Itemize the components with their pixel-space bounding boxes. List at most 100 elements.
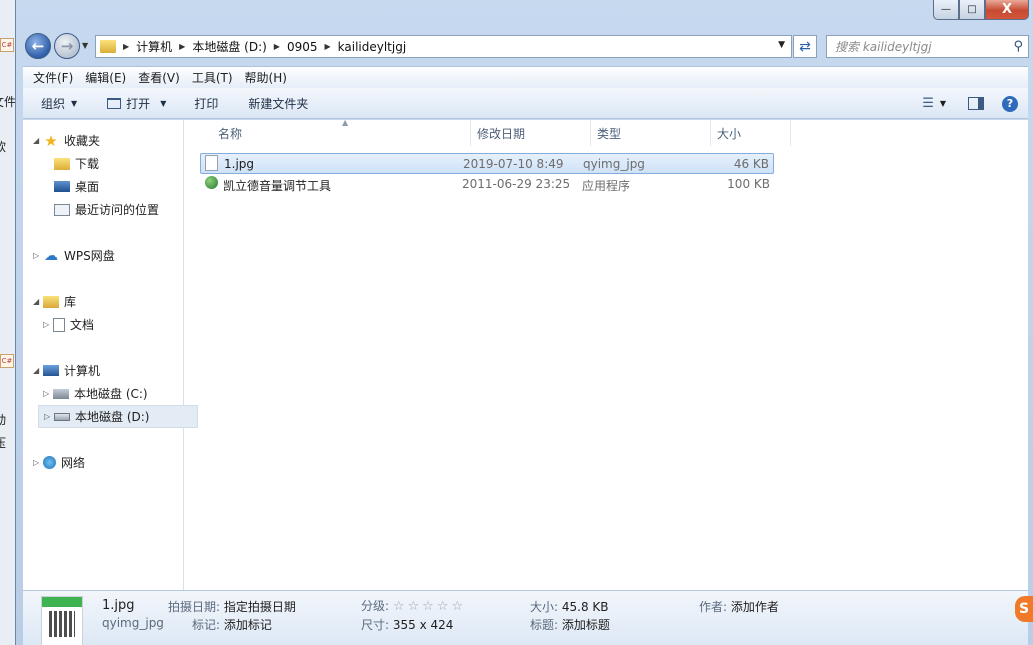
breadcrumb-drive-d[interactable]: 本地磁盘 (D:) [192, 38, 266, 55]
explorer-window: — □ X ← → ▼ ▶ 计算机 ▶ 本地磁盘 (D:) ▶ 0905 ▶ k… [15, 0, 1033, 645]
nav-libraries[interactable]: ◢ 库 [33, 293, 76, 310]
recent-pages-dropdown[interactable]: ▼ [82, 41, 88, 50]
nav-documents[interactable]: ▷ 文档 [43, 316, 94, 333]
breadcrumb-separator-icon[interactable]: ▶ [274, 42, 280, 51]
help-icon[interactable]: ? [1002, 95, 1018, 112]
menu-tools[interactable]: 工具(T) [186, 69, 239, 86]
sort-ascending-icon: ▲ [342, 118, 349, 127]
address-dropdown-icon[interactable]: ▼ [778, 40, 785, 50]
app-icon [205, 176, 218, 189]
chevron-down-icon[interactable]: ▼ [940, 99, 946, 108]
date-taken-value[interactable]: 指定拍摄日期 [224, 600, 296, 614]
rating-stars-icon[interactable]: ☆☆☆☆☆ [393, 599, 466, 614]
view-options-icon[interactable]: ☰ [922, 96, 934, 111]
column-header-modified[interactable]: 修改日期 [471, 120, 591, 146]
new-folder-button[interactable]: 新建文件夹 [248, 95, 308, 112]
expanded-triangle-icon[interactable]: ◢ [33, 297, 43, 306]
nav-drive-d[interactable]: ▷ 本地磁盘 (D:) [38, 405, 198, 428]
back-button[interactable]: ← [25, 33, 51, 59]
nav-network[interactable]: ▷ 网络 [33, 454, 85, 471]
search-icon[interactable]: ⚲ [1013, 39, 1023, 54]
background-text: 压 [0, 436, 7, 450]
menu-view[interactable]: 查看(V) [132, 69, 186, 86]
file-row[interactable]: 1.jpg 2019-07-10 8:49 qyimg_jpg 46 KB [200, 153, 774, 174]
tags-label: 标记: [192, 618, 221, 632]
details-rating[interactable]: 分级: ☆☆☆☆☆ [361, 597, 466, 614]
collapsed-triangle-icon[interactable]: ▷ [43, 320, 53, 329]
nav-recent-places[interactable]: 最近访问的位置 [54, 201, 159, 218]
column-modified-label: 修改日期 [477, 126, 526, 141]
file-size: 100 KB [727, 177, 770, 191]
toolbar-right-group: ☰ ▼ ? [922, 88, 1028, 119]
menu-file[interactable]: 文件(F) [27, 69, 79, 86]
background-badge: C# [0, 38, 14, 52]
title-value[interactable]: 添加标题 [562, 618, 610, 632]
collapsed-triangle-icon[interactable]: ▷ [33, 251, 43, 260]
breadcrumb-current-folder[interactable]: kailideyltjgj [338, 40, 407, 54]
organize-button[interactable]: 组织 ▼ [41, 95, 77, 112]
close-button[interactable]: X [985, 0, 1029, 20]
menu-edit[interactable]: 编辑(E) [79, 69, 132, 86]
qr-code-icon [49, 611, 75, 637]
column-header-size[interactable]: 大小 [711, 120, 791, 146]
maximize-button[interactable]: □ [959, 0, 985, 20]
background-text: 文件 [0, 95, 17, 109]
nav-wps-cloud[interactable]: ▷ ☁ WPS网盘 [33, 247, 115, 264]
network-icon [43, 456, 56, 469]
file-name[interactable]: 1.jpg [224, 157, 254, 171]
details-date-taken[interactable]: 拍摄日期: 指定拍摄日期 [168, 598, 296, 615]
details-title[interactable]: 标题: 添加标题 [530, 616, 610, 633]
size-label: 大小: [530, 600, 559, 614]
open-button[interactable]: 打开 ▼ [107, 95, 166, 112]
title-bar: — □ X [16, 0, 1033, 30]
dimensions-value: 355 x 424 [392, 618, 454, 632]
floating-app-logo-icon[interactable]: S [1015, 596, 1033, 622]
expanded-triangle-icon[interactable]: ◢ [33, 366, 43, 375]
chevron-down-icon: ▼ [71, 98, 78, 108]
tags-value[interactable]: 添加标记 [224, 618, 272, 632]
forward-button[interactable]: → [54, 33, 80, 59]
file-name[interactable]: 凯立德音量调节工具 [223, 177, 331, 194]
minimize-button[interactable]: — [933, 0, 959, 20]
breadcrumb-computer[interactable]: 计算机 [136, 38, 172, 55]
author-value[interactable]: 添加作者 [731, 600, 779, 614]
collapsed-triangle-icon[interactable]: ▷ [33, 458, 43, 467]
chevron-down-icon: ▼ [160, 98, 167, 108]
forward-arrow-icon: → [60, 37, 74, 55]
search-input[interactable]: 搜索 kailideyltjgj ⚲ [826, 35, 1029, 58]
collapsed-triangle-icon[interactable]: ▷ [44, 412, 54, 421]
nav-drive-d-label: 本地磁盘 (D:) [75, 410, 150, 424]
details-author[interactable]: 作者: 添加作者 [699, 598, 779, 615]
collapsed-triangle-icon[interactable]: ▷ [43, 389, 53, 398]
print-label: 打印 [194, 96, 219, 111]
author-label: 作者: [699, 600, 728, 614]
nav-computer[interactable]: ◢ 计算机 [33, 362, 100, 379]
refresh-button[interactable]: ⇄ [793, 35, 817, 58]
breadcrumb-separator-icon[interactable]: ▶ [179, 42, 185, 51]
organize-label: 组织 [41, 96, 66, 111]
size-value: 45.8 KB [561, 600, 609, 614]
navigation-pane: ◢ ★ 收藏夹 下载 桌面 最近访问的位置 ▷ ☁ WPS网盘 ◢ 库 ▷ 文档… [23, 120, 198, 590]
preview-pane-icon[interactable] [968, 97, 984, 110]
print-button[interactable]: 打印 [194, 95, 218, 112]
address-bar[interactable]: ▶ 计算机 ▶ 本地磁盘 (D:) ▶ 0905 ▶ kailideyltjgj… [95, 35, 792, 58]
nav-drive-c[interactable]: ▷ 本地磁盘 (C:) [43, 385, 148, 402]
column-header-name[interactable]: 名称 ▲ [212, 118, 471, 146]
details-tags[interactable]: 标记: 添加标记 [192, 616, 272, 633]
column-header-type[interactable]: 类型 [591, 120, 711, 146]
background-text: 软 [0, 140, 7, 154]
nav-libraries-label: 库 [64, 295, 77, 309]
system-drive-icon [53, 388, 69, 399]
breadcrumb-separator-icon[interactable]: ▶ [325, 42, 331, 51]
breadcrumb-separator-icon[interactable]: ▶ [123, 42, 129, 51]
nav-desktop[interactable]: 桌面 [54, 178, 99, 195]
nav-wps-label: WPS网盘 [64, 249, 115, 263]
breadcrumb-0905[interactable]: 0905 [287, 40, 318, 54]
thumbnail-header [42, 597, 82, 607]
menu-help[interactable]: 帮助(H) [239, 69, 293, 86]
nav-favorites[interactable]: ◢ ★ 收藏夹 [33, 132, 100, 150]
file-row[interactable]: 凯立德音量调节工具 2011-06-29 23:25 应用程序 100 KB [200, 174, 774, 195]
file-size: 46 KB [733, 157, 769, 171]
nav-downloads[interactable]: 下载 [54, 155, 99, 172]
expanded-triangle-icon[interactable]: ◢ [33, 136, 43, 145]
